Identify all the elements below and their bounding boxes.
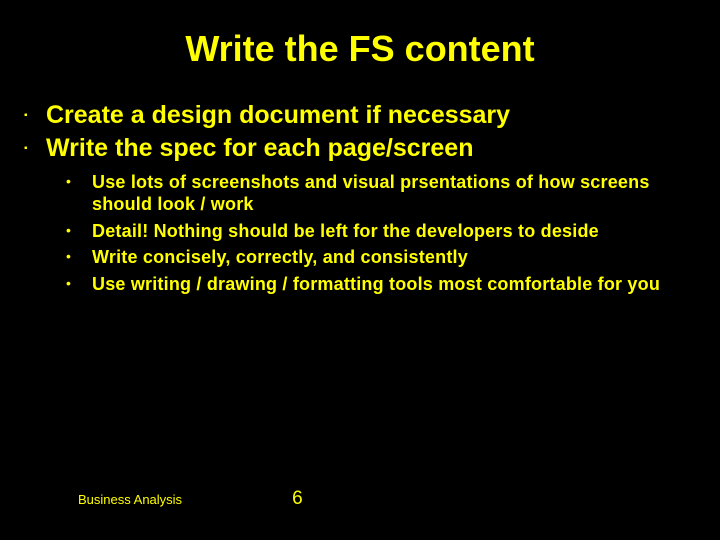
list-item: • Detail! Nothing should be left for the… [66, 220, 696, 243]
bullet-icon: ▪ [24, 143, 34, 154]
list-item: • Use writing / drawing / formatting too… [66, 273, 696, 296]
bullet-icon: • [66, 275, 76, 291]
bullet-icon: ▪ [24, 110, 34, 121]
list-item: • Write concisely, correctly, and consis… [66, 246, 696, 269]
slide: Write the FS content ▪ Create a design d… [0, 0, 720, 540]
list-item: ▪ Write the spec for each page/screen [24, 133, 696, 164]
bullet-icon: • [66, 248, 76, 264]
list-item: ▪ Create a design document if necessary [24, 100, 696, 131]
list-item-text: Write the spec for each page/screen [46, 133, 473, 164]
list-item: • Use lots of screenshots and visual prs… [66, 171, 696, 216]
list-item-text: Use lots of screenshots and visual prsen… [92, 171, 696, 216]
slide-footer: Business Analysis 6 [78, 488, 303, 510]
footer-label: Business Analysis [78, 492, 182, 507]
bullet-icon: • [66, 173, 76, 189]
list-item-text: Write concisely, correctly, and consiste… [92, 246, 468, 269]
main-bullet-list: ▪ Create a design document if necessary … [24, 100, 696, 165]
list-item-text: Detail! Nothing should be left for the d… [92, 220, 599, 243]
list-item-text: Use writing / drawing / formatting tools… [92, 273, 660, 296]
page-number: 6 [292, 488, 303, 510]
sub-bullet-list: • Use lots of screenshots and visual prs… [24, 171, 696, 296]
slide-title: Write the FS content [24, 28, 696, 70]
bullet-icon: • [66, 222, 76, 238]
list-item-text: Create a design document if necessary [46, 100, 510, 131]
